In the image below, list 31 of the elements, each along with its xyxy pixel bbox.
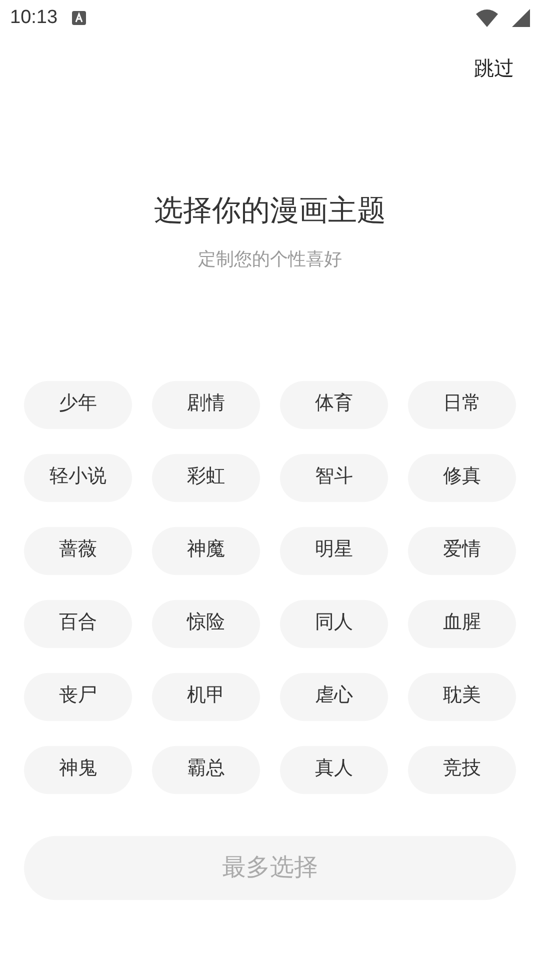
topic-tag[interactable]: 机甲 bbox=[152, 672, 260, 720]
topic-tag[interactable]: 明星 bbox=[280, 526, 388, 574]
topic-tag[interactable]: 体育 bbox=[280, 380, 388, 428]
topic-tag[interactable]: 耽美 bbox=[408, 672, 516, 720]
topic-tag[interactable]: 修真 bbox=[408, 454, 516, 502]
wifi-icon bbox=[476, 9, 498, 27]
status-time: 10:13 bbox=[10, 6, 58, 30]
topic-tag[interactable]: 霸总 bbox=[152, 746, 260, 794]
topic-tag[interactable]: 丧尸 bbox=[24, 672, 132, 720]
topic-tag[interactable]: 爱情 bbox=[408, 526, 516, 574]
topic-tag[interactable]: 剧情 bbox=[152, 380, 260, 428]
topic-tag[interactable]: 日常 bbox=[408, 380, 516, 428]
topic-tag[interactable]: 同人 bbox=[280, 600, 388, 648]
topic-tag[interactable]: 血腥 bbox=[408, 600, 516, 648]
notification-icon bbox=[72, 11, 86, 25]
topic-tag[interactable]: 智斗 bbox=[280, 454, 388, 502]
topic-tag[interactable]: 蔷薇 bbox=[24, 526, 132, 574]
title: 选择你的漫画主题 bbox=[154, 194, 386, 229]
topic-tag[interactable]: 少年 bbox=[24, 380, 132, 428]
topic-tag[interactable]: 神鬼 bbox=[24, 746, 132, 794]
topic-tag[interactable]: 百合 bbox=[24, 600, 132, 648]
topic-tag[interactable]: 轻小说 bbox=[24, 454, 132, 502]
topic-tag[interactable]: 虐心 bbox=[280, 672, 388, 720]
topic-tag[interactable]: 竞技 bbox=[408, 746, 516, 794]
topic-tag[interactable]: 真人 bbox=[280, 746, 388, 794]
topic-tag[interactable]: 神魔 bbox=[152, 526, 260, 574]
skip-button[interactable]: 跳过 bbox=[474, 54, 514, 84]
topic-tag[interactable]: 惊险 bbox=[152, 600, 260, 648]
signal-icon bbox=[512, 9, 530, 27]
subtitle: 定制您的个性喜好 bbox=[198, 248, 342, 270]
topic-tag[interactable]: 彩虹 bbox=[152, 454, 260, 502]
